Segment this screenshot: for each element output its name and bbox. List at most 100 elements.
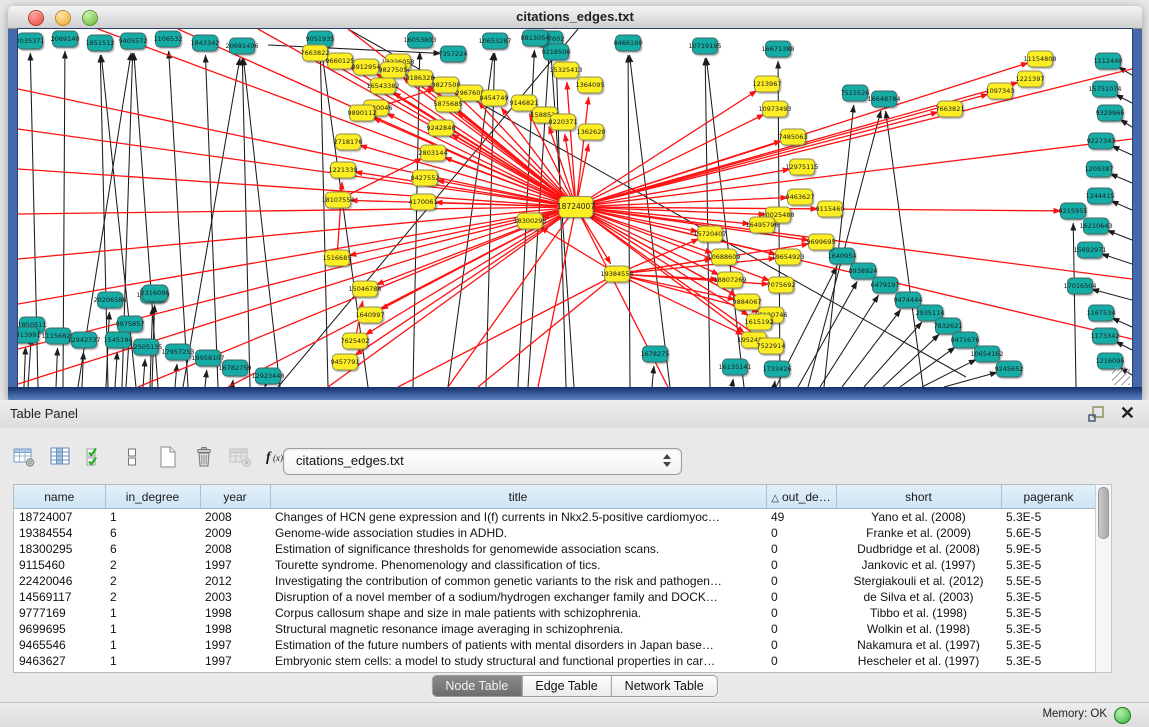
network-node[interactable]: 18300295 [513, 213, 546, 229]
network-window-titlebar[interactable]: citations_edges.txt [8, 6, 1142, 29]
network-node[interactable]: 7663821 [936, 101, 965, 117]
network-node[interactable]: 20206586 [93, 292, 126, 308]
show-columns-icon[interactable] [46, 444, 74, 472]
memory-status-indicator[interactable] [1114, 707, 1131, 724]
column-header-out_degree[interactable]: △out_de… [766, 485, 836, 509]
network-node[interactable]: 7515526 [841, 85, 870, 101]
network-node[interactable]: 2069140 [51, 31, 80, 47]
network-node[interactable]: 16210643 [1079, 218, 1112, 234]
network-node[interactable]: 1851512 [86, 35, 115, 51]
tab-network-table[interactable]: Network Table [611, 676, 717, 696]
network-node[interactable]: 2718176 [334, 134, 363, 150]
network-view-canvas[interactable]: 1872400720353712069140185151294055721106… [18, 29, 1132, 387]
network-node[interactable]: 20691406 [225, 38, 258, 54]
column-header-title[interactable]: title [270, 485, 766, 509]
network-node[interactable]: 9245652 [995, 361, 1024, 377]
network-node[interactable]: 17016504 [1063, 278, 1096, 294]
column-header-name[interactable]: name [14, 485, 105, 509]
network-node[interactable]: 1545194 [104, 332, 133, 348]
network-node[interactable]: 16671388 [761, 41, 794, 57]
network-node[interactable]: 1112440 [1094, 53, 1123, 69]
network-node[interactable]: 1221339 [329, 162, 358, 178]
network-node[interactable]: 1640997 [356, 307, 385, 323]
network-node[interactable]: 9227343 [1087, 133, 1116, 149]
network-node[interactable]: 7075692 [767, 277, 796, 293]
network-node[interactable]: 19384554 [600, 266, 633, 282]
network-node[interactable]: 1843342 [191, 35, 220, 51]
network-node[interactable]: 1221397 [1016, 71, 1045, 87]
network-node[interactable]: 8186328 [406, 70, 435, 86]
tab-node-table[interactable]: Node Table [432, 676, 521, 696]
network-node[interactable]: 1678275 [641, 346, 670, 362]
network-node[interactable]: 15692971 [1073, 242, 1106, 258]
table-row[interactable]: 1830029562008Estimation of significance … [14, 541, 1096, 557]
network-node[interactable]: 16495796 [745, 217, 778, 233]
network-node[interactable]: 9405572 [119, 33, 148, 49]
network-node[interactable]: 9313991 [18, 327, 40, 343]
table-row[interactable]: 977716911998Corpus callosum shape and si… [14, 605, 1096, 621]
network-node[interactable]: 7485063 [779, 129, 808, 145]
network-node[interactable]: 9975857 [116, 316, 145, 332]
network-node[interactable]: 1209387 [1085, 161, 1114, 177]
table-row[interactable]: 946554611997Estimation of the future num… [14, 637, 1096, 653]
network-node[interactable]: 15751074 [1088, 81, 1121, 97]
table-row[interactable]: 2242004622012Investigating the contribut… [14, 573, 1096, 589]
network-node[interactable]: 9660125 [326, 53, 355, 69]
network-node[interactable]: 16135141 [718, 359, 751, 375]
network-node[interactable]: 1244415 [1086, 188, 1115, 204]
network-node[interactable]: 8938924 [849, 263, 878, 279]
table-vertical-scrollbar[interactable] [1095, 484, 1112, 673]
table-selector-dropdown[interactable]: citations_edges.txt [283, 448, 682, 475]
table-row[interactable]: 911546021997Tourette syndrome. Phenomeno… [14, 557, 1096, 573]
column-header-pagerank[interactable]: pagerank [1001, 485, 1096, 509]
network-node[interactable]: 1640954 [828, 248, 857, 264]
network-node[interactable]: 7522914 [757, 338, 786, 354]
network-node[interactable]: 15325413 [549, 62, 582, 78]
create-new-table-icon[interactable] [154, 444, 182, 472]
network-node[interactable]: 9218506 [542, 44, 571, 60]
network-node[interactable]: 8912954 [352, 59, 381, 75]
network-node[interactable]: 8471676 [951, 332, 980, 348]
close-panel-icon[interactable]: ✕ [1120, 402, 1135, 424]
network-node[interactable]: 9463627 [786, 189, 815, 205]
network-node[interactable]: 1362620 [577, 124, 606, 140]
network-node[interactable]: 16053803 [403, 32, 436, 48]
network-node[interactable]: 12923448 [251, 368, 284, 384]
network-node[interactable]: 1733426 [763, 361, 792, 377]
network-node[interactable]: 12975115 [785, 159, 818, 175]
network-node[interactable]: 1516685 [323, 250, 352, 266]
network-node[interactable]: 9115460 [816, 201, 845, 217]
column-header-short[interactable]: short [836, 485, 1001, 509]
window-resize-grip[interactable] [1112, 367, 1130, 385]
table-row[interactable]: 1456911722003Disruption of a novel membe… [14, 589, 1096, 605]
network-node[interactable]: 16543382 [366, 78, 399, 94]
table-row[interactable]: 946362711997Embryonic stem cells: a mode… [14, 653, 1096, 669]
network-node[interactable]: 18107554 [321, 192, 354, 208]
network-node[interactable]: 2803144 [419, 145, 448, 161]
network-node[interactable]: 1364095 [576, 77, 605, 93]
network-node[interactable]: 11154808 [1023, 51, 1056, 67]
unselect-all-columns-icon[interactable] [118, 444, 146, 472]
network-node[interactable]: 10719195 [688, 38, 721, 54]
network-node[interactable]: 19654923 [771, 249, 804, 265]
network-node[interactable]: 1615192 [745, 314, 774, 330]
network-node[interactable]: 8215955 [1059, 203, 1088, 219]
network-node[interactable]: 8466160 [614, 35, 643, 51]
delete-column-icon[interactable] [190, 444, 218, 472]
network-node[interactable]: 16648784 [867, 91, 900, 107]
network-node[interactable]: 10688609 [707, 249, 740, 265]
table-row[interactable]: 1872400712008Changes of HCN gene express… [14, 509, 1096, 526]
network-node[interactable]: 2035371 [18, 33, 44, 49]
network-node[interactable]: 10654162 [970, 346, 1003, 362]
network-node[interactable]: 8427552 [411, 170, 440, 186]
network-node[interactable]: 10973493 [758, 101, 791, 117]
network-node[interactable]: 8454749 [480, 90, 509, 106]
network-node[interactable]: 18807269 [713, 272, 746, 288]
network-node[interactable]: 9890112 [348, 105, 377, 121]
column-header-in_degree[interactable]: in_degree [105, 485, 200, 509]
network-node[interactable]: 7357224 [439, 46, 468, 62]
network-node[interactable]: 1106532 [154, 31, 183, 47]
network-node[interactable]: 12942737 [67, 332, 100, 348]
float-panel-icon[interactable] [1087, 405, 1105, 423]
table-row[interactable]: 969969511998Structural magnetic resonanc… [14, 621, 1096, 637]
